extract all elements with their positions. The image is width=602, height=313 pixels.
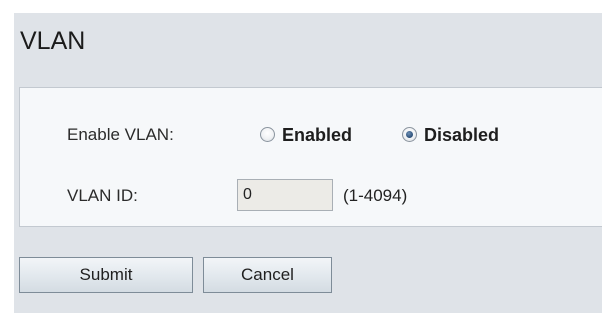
cancel-button[interactable]: Cancel	[203, 257, 332, 293]
disabled-radio[interactable]	[402, 127, 417, 142]
enabled-radio-label[interactable]: Enabled	[282, 125, 352, 146]
enabled-radio[interactable]	[260, 127, 275, 142]
vlan-id-input[interactable]: 0	[237, 179, 333, 211]
submit-button[interactable]: Submit	[19, 257, 193, 293]
enable-vlan-label: Enable VLAN:	[67, 125, 174, 144]
section-title: VLAN	[20, 27, 86, 55]
vlan-id-range-hint: (1-4094)	[343, 186, 408, 205]
vlan-id-label: VLAN ID:	[67, 186, 138, 205]
disabled-radio-label[interactable]: Disabled	[424, 125, 499, 146]
